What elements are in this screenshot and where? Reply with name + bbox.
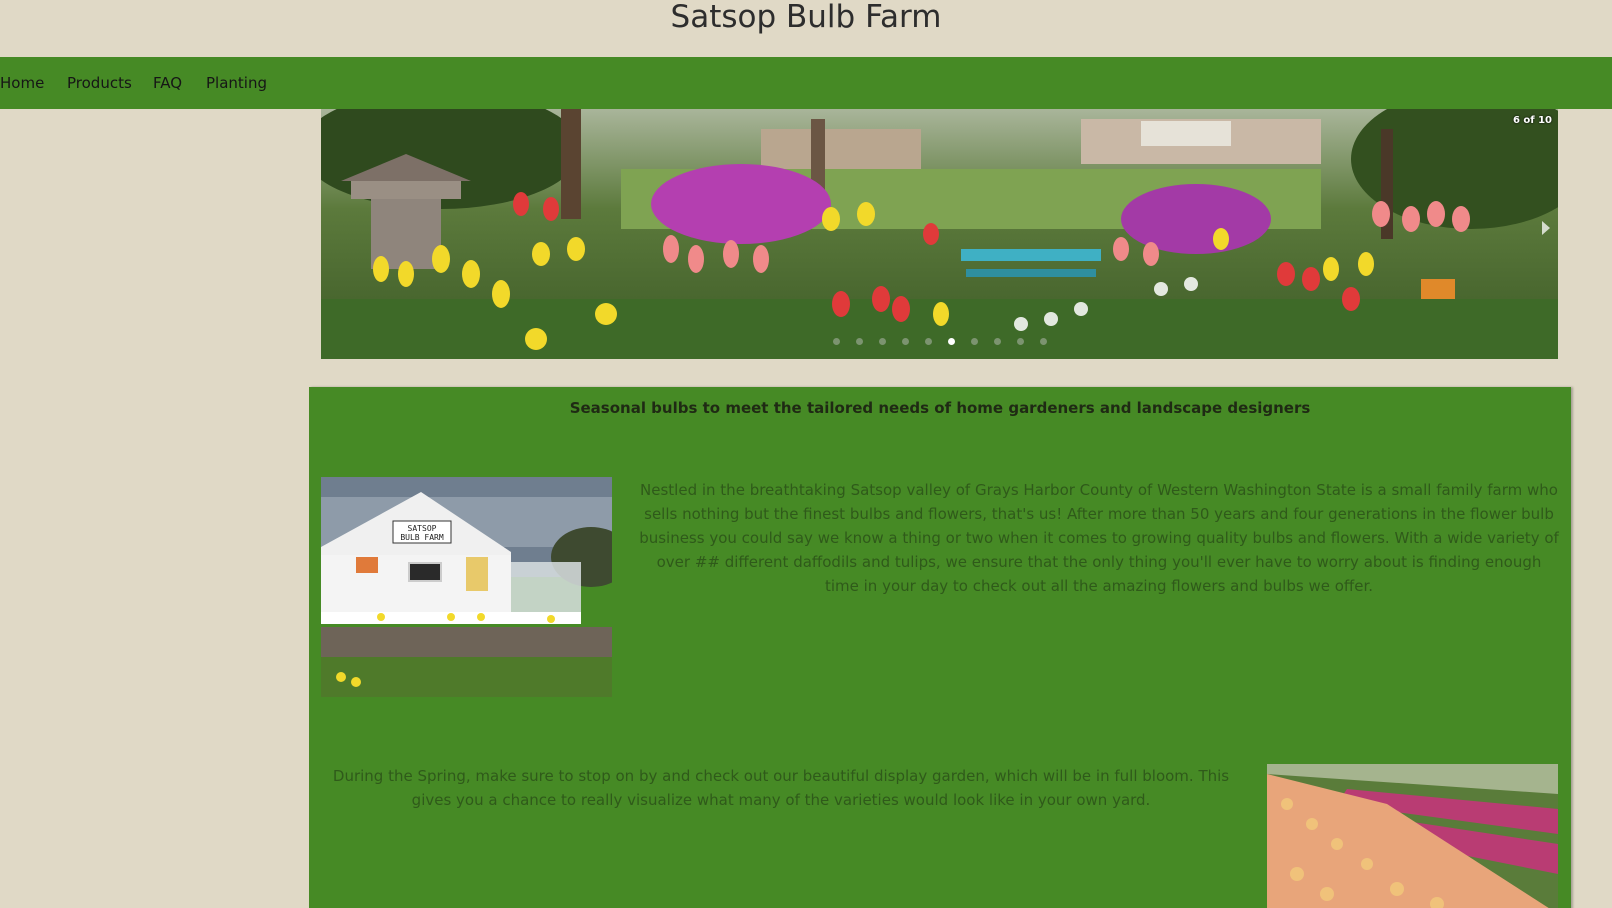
slide-dot[interactable]: [901, 338, 909, 345]
slide-dot[interactable]: [878, 338, 886, 345]
nav-products-link[interactable]: Products: [67, 57, 132, 109]
page: Satsop Bulb Farm Home Products FAQ Plant…: [0, 0, 1612, 908]
slide-dots: [321, 338, 1558, 345]
svg-text:BULB FARM: BULB FARM: [400, 533, 444, 542]
slide-dot[interactable]: [970, 338, 978, 345]
slide-dot[interactable]: [1016, 338, 1024, 345]
nav-planting-link[interactable]: Planting: [206, 57, 267, 109]
intro-paragraph: Nestled in the breathtaking Satsop valle…: [639, 481, 1559, 595]
content-panel: Seasonal bulbs to meet the tailored need…: [309, 387, 1571, 908]
next-arrow-icon[interactable]: [1542, 221, 1550, 235]
site-title: Satsop Bulb Farm: [670, 0, 942, 35]
slide-dot[interactable]: [855, 338, 863, 345]
garden-photo: [321, 109, 1558, 359]
slide-dot[interactable]: [924, 338, 932, 345]
main-nav: Home Products FAQ Planting: [0, 57, 1612, 109]
image-slideshow[interactable]: 6 of 10: [321, 109, 1558, 359]
slide-dot[interactable]: [993, 338, 1001, 345]
slide-dot[interactable]: [1039, 338, 1047, 345]
slide-dot[interactable]: [832, 338, 840, 345]
farm-shop-photo: SATSOP BULB FARM: [321, 477, 612, 697]
slide-counter: 6 of 10: [1512, 115, 1552, 126]
tagline: Seasonal bulbs to meet the tailored need…: [569, 399, 1311, 417]
slide-dot-active[interactable]: [947, 338, 955, 345]
spring-paragraph: During the Spring, make sure to stop on …: [332, 767, 1230, 809]
tulip-field-photo: [1267, 764, 1558, 908]
nav-home-link[interactable]: Home: [0, 57, 44, 109]
shop-sign-text: SATSOP: [408, 524, 437, 533]
nav-faq-link[interactable]: FAQ: [153, 57, 182, 109]
